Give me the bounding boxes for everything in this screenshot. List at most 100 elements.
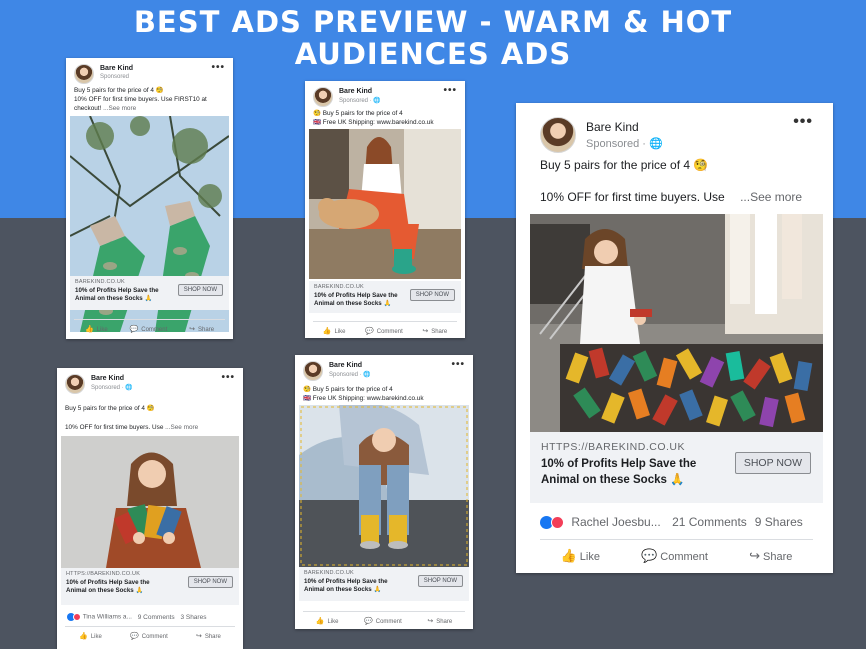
avatar[interactable] — [303, 361, 323, 381]
ad-link-bar[interactable]: BAREKIND.CO.UK 10% of Profits Help Save … — [299, 567, 469, 601]
girl-sitting-photo — [299, 405, 469, 567]
ad-copy-line-1: Buy 5 pairs for the price of 4 🧐 — [74, 87, 164, 94]
comment-button[interactable]: 💬 Comment — [364, 617, 402, 625]
reaction-stats: Rachel Joesbu... 21 Comments 9 Shares — [540, 515, 813, 530]
ad-card-5-large: Bare Kind Sponsored · 🌐 ••• Buy 5 pairs … — [516, 103, 833, 573]
link-domain: HTTPS://BAREKIND.CO.UK — [66, 571, 141, 577]
ad-link-bar[interactable]: HTTPS://BAREKIND.CO.UK 10% of Profits He… — [530, 432, 823, 503]
link-domain: BAREKIND.CO.UK — [304, 570, 354, 576]
ad-link-bar[interactable]: HTTPS://BAREKIND.CO.UK 10% of Profits He… — [61, 568, 239, 605]
link-headline: 10% of Profits Help Save the Animal on t… — [66, 579, 150, 594]
link-domain: HTTPS://BAREKIND.CO.UK — [541, 441, 686, 453]
share-button[interactable]: ↪ Share — [749, 548, 792, 564]
ad-header: Bare Kind Sponsored · 🌐 ••• — [313, 85, 457, 109]
ad-header: Bare Kind Sponsored · 🌐 ••• — [303, 359, 465, 383]
see-more-link[interactable]: ...See more — [103, 105, 136, 112]
link-headline: 10% of Profits Help Save the Animal on t… — [314, 292, 398, 307]
ad-copy-line-1: Buy 5 pairs for the price of 4 🧐 — [65, 405, 155, 412]
avatar[interactable] — [65, 374, 85, 394]
ad-copy-line-2: 🇬🇧 Free UK Shipping: www.barekind.co.uk — [303, 395, 424, 402]
brand-name[interactable]: Bare Kind — [586, 120, 639, 134]
thumbs-up-icon: 👍 — [322, 328, 332, 335]
reactor-names[interactable]: Rachel Joesbu... — [571, 515, 660, 529]
ad-copy: Buy 5 pairs for the price of 4 🧐 10% OFF… — [74, 86, 225, 113]
ad-copy-second: 10% OFF for first time buyers. Use ...Se… — [540, 189, 813, 205]
share-count[interactable]: 9 Shares — [755, 515, 803, 529]
sponsored-label: Sponsored — [100, 74, 130, 80]
thumbs-up-icon: 👍 — [315, 618, 325, 625]
shop-now-button[interactable]: SHOP NOW — [409, 289, 455, 301]
avatar[interactable] — [313, 87, 333, 107]
more-options-icon[interactable]: ••• — [221, 372, 235, 383]
share-button[interactable]: ↪ Share — [189, 325, 214, 333]
comment-count[interactable]: 21 Comments — [672, 515, 747, 529]
ad-actions: 👍 Like 💬 Comment ↪ Share — [303, 611, 465, 625]
link-domain: BAREKIND.CO.UK — [75, 279, 125, 285]
ad-header: Bare Kind Sponsored · 🌐 ••• — [540, 113, 813, 157]
girl-socks-photo — [61, 436, 239, 568]
shop-now-button[interactable]: SHOP NOW — [417, 575, 463, 587]
comment-button[interactable]: 💬 Comment — [130, 325, 168, 333]
more-options-icon[interactable]: ••• — [443, 85, 457, 96]
see-more-link[interactable]: ...See more — [740, 190, 802, 204]
ad-image-girl-with-dog[interactable] — [309, 129, 461, 279]
more-options-icon[interactable]: ••• — [211, 62, 225, 73]
sponsored-label: Sponsored · 🌐 — [329, 372, 371, 378]
share-button[interactable]: ↪ Share — [422, 327, 447, 335]
like-button[interactable]: 👍 Like — [79, 632, 102, 640]
more-options-icon[interactable]: ••• — [451, 359, 465, 370]
ad-copy: 🧐 Buy 5 pairs for the price of 4 🇬🇧 Free… — [313, 109, 457, 127]
love-reaction-icon — [73, 613, 81, 621]
shop-now-button[interactable]: SHOP NOW — [734, 452, 811, 474]
share-icon: ↪ — [427, 618, 434, 625]
link-headline: 10% of Profits Help Save the Animal on t… — [75, 287, 159, 302]
share-count[interactable]: 3 Shares — [180, 614, 206, 621]
sponsored-label: Sponsored · 🌐 — [586, 138, 663, 150]
ad-card-4: Bare Kind Sponsored · 🌐 ••• 🧐 Buy 5 pair… — [295, 355, 473, 629]
reactor-names[interactable]: Tina Williams a... — [83, 614, 132, 621]
see-more-link[interactable]: ...See more — [165, 424, 198, 431]
comment-button[interactable]: 💬 Comment — [365, 327, 403, 335]
comment-button[interactable]: 💬 Comment — [130, 632, 168, 640]
ad-copy-line-1: 🧐 Buy 5 pairs for the price of 4 — [303, 386, 393, 393]
ad-copy-second: 10% OFF for first time buyers. Use ...Se… — [65, 423, 235, 432]
ad-image-socks-market[interactable] — [530, 214, 823, 432]
brand-name[interactable]: Bare Kind — [329, 362, 362, 369]
brand-name[interactable]: Bare Kind — [339, 88, 372, 95]
ad-link-bar[interactable]: BAREKIND.CO.UK 10% of Profits Help Save … — [70, 276, 229, 310]
ad-image-girl-sitting-socks[interactable] — [299, 405, 469, 567]
ad-actions: 👍 Like 💬 Comment ↪ Share — [313, 321, 457, 335]
link-headline: 10% of Profits Help Save the Animal on t… — [304, 578, 388, 593]
ad-image-girl-holding-socks[interactable] — [61, 436, 239, 568]
link-headline: 10% of Profits Help Save the Animal on t… — [541, 458, 697, 486]
comment-button[interactable]: 💬 Comment — [641, 548, 708, 564]
ad-header: Bare Kind Sponsored · 🌐 ••• — [65, 372, 235, 396]
ad-link-bar[interactable]: BAREKIND.CO.UK 10% of Profits Help Save … — [309, 281, 461, 313]
like-button[interactable]: 👍 Like — [323, 327, 346, 335]
ad-copy-line-2: 10% OFF for first time buyers. Use FIRST… — [74, 96, 207, 112]
shop-now-button[interactable]: SHOP NOW — [187, 576, 233, 588]
ad-copy: Buy 5 pairs for the price of 4 🧐 — [65, 404, 235, 413]
share-icon: ↪ — [749, 548, 761, 563]
ad-actions: 👍 Like 💬 Comment ↪ Share — [540, 539, 813, 564]
sponsored-label: Sponsored · 🌐 — [91, 385, 133, 391]
more-options-icon[interactable]: ••• — [793, 113, 813, 131]
share-button[interactable]: ↪ Share — [196, 632, 221, 640]
like-button[interactable]: 👍 Like — [561, 548, 600, 564]
ad-copy-line-1: Buy 5 pairs for the price of 4 🧐 — [540, 158, 709, 172]
share-button[interactable]: ↪ Share — [427, 617, 452, 625]
ad-copy: 🧐 Buy 5 pairs for the price of 4 🇬🇧 Free… — [303, 385, 465, 403]
like-button[interactable]: 👍 Like — [316, 617, 339, 625]
share-icon: ↪ — [189, 326, 196, 333]
avatar[interactable] — [540, 117, 576, 153]
comment-count[interactable]: 9 Comments — [138, 614, 175, 621]
brand-name[interactable]: Bare Kind — [91, 375, 124, 382]
ad-copy-line-2: 10% OFF for first time buyers. Use ...Se… — [540, 190, 803, 204]
thumbs-up-icon: 👍 — [560, 548, 577, 563]
ad-actions: 👍 Like 💬 Comment ↪ Share — [65, 626, 235, 640]
like-button[interactable]: 👍 Like — [85, 325, 108, 333]
brand-name[interactable]: Bare Kind — [100, 65, 133, 72]
thumbs-up-icon: 👍 — [84, 326, 94, 333]
shop-now-button[interactable]: SHOP NOW — [177, 284, 223, 296]
avatar[interactable] — [74, 64, 94, 84]
